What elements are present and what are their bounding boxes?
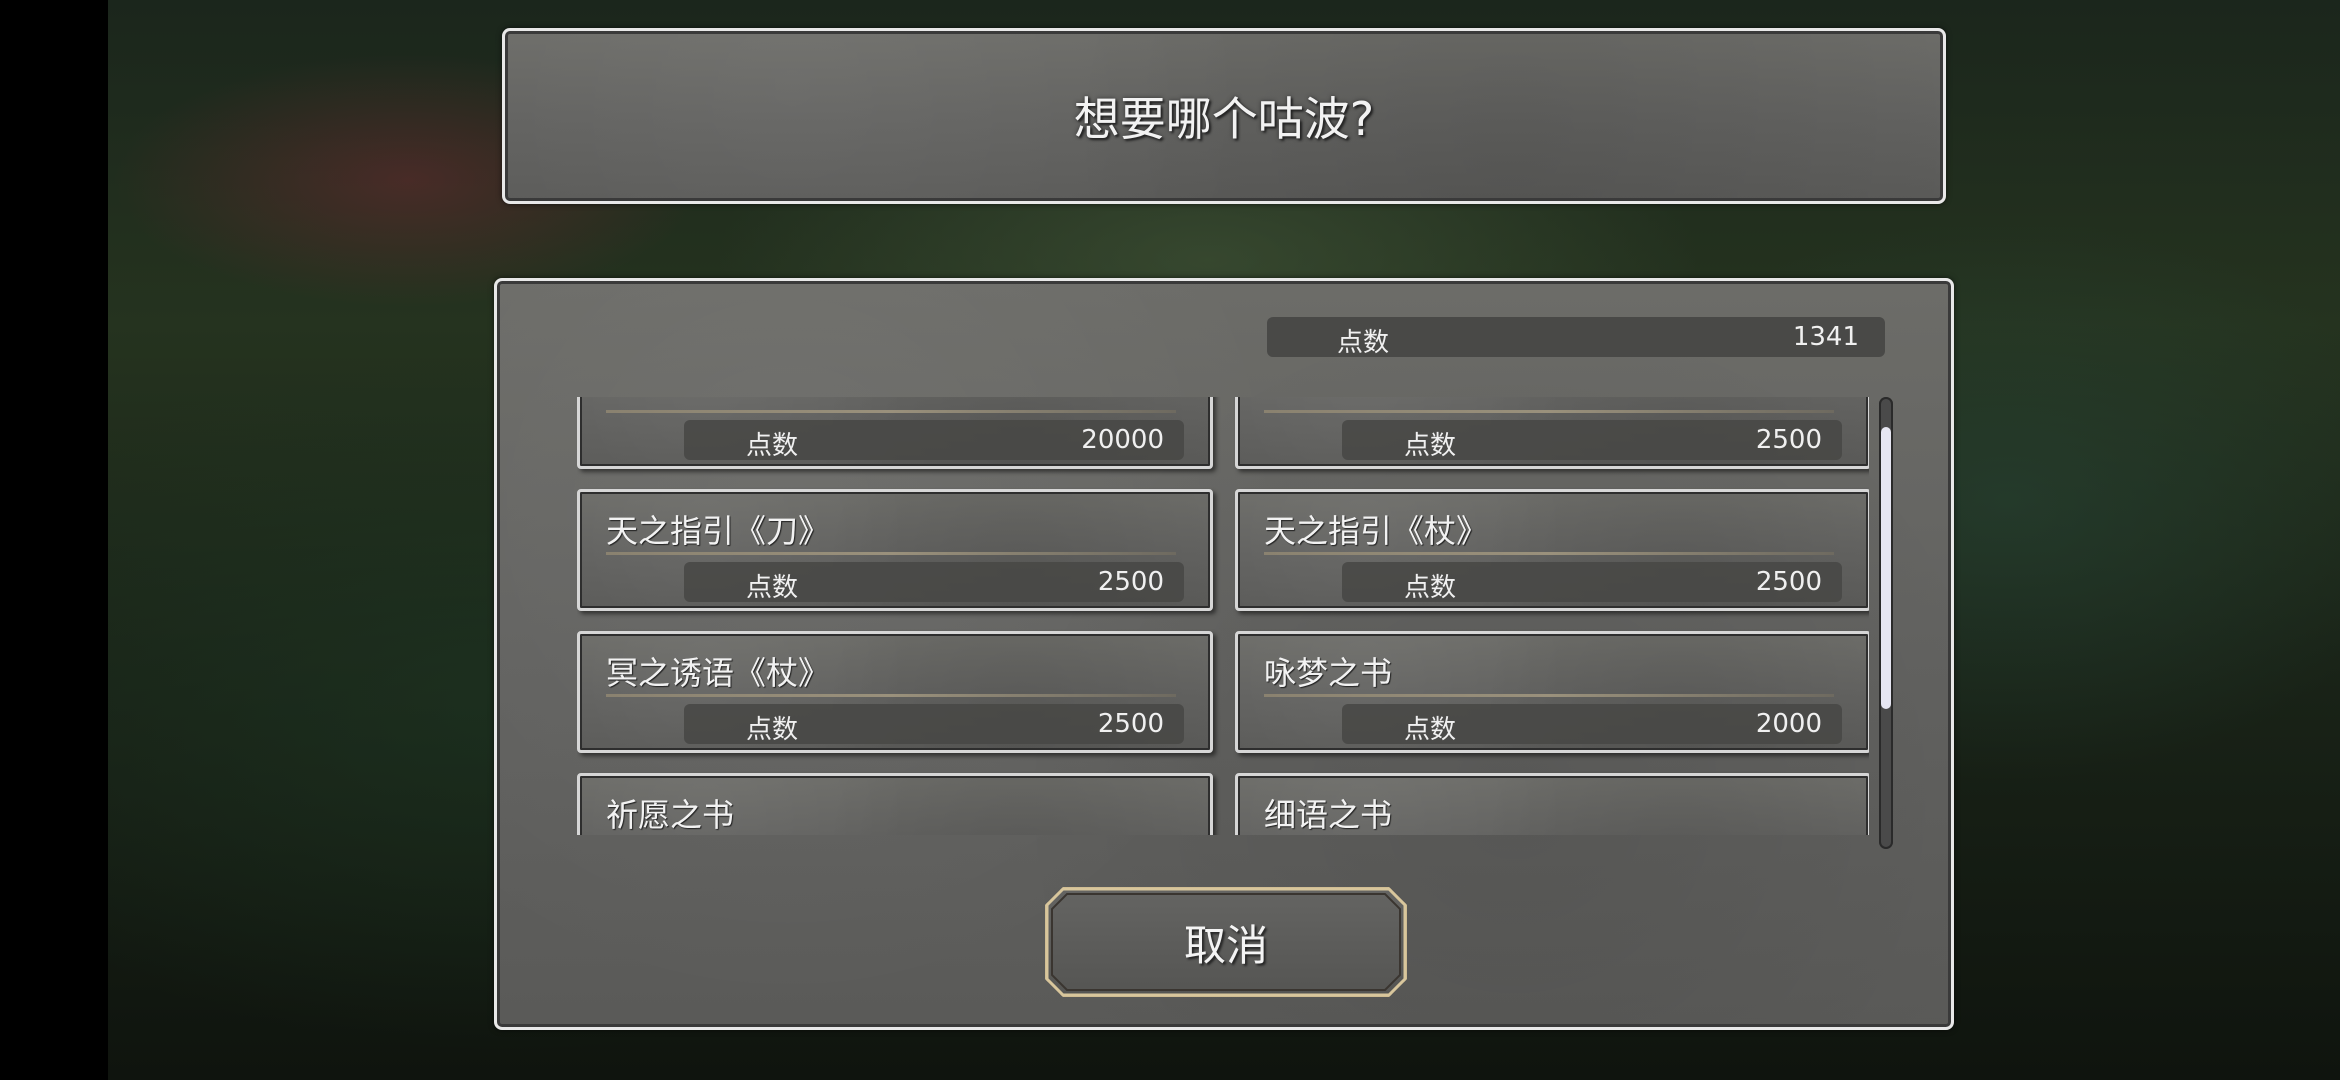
cancel-button-label: 取消 — [1183, 920, 1268, 970]
item-divider — [606, 552, 1176, 555]
item-card[interactable]: 点数 20000 — [577, 397, 1213, 469]
item-divider — [606, 410, 1176, 413]
item-list[interactable]: 点数 20000 点数 2500 天之指引《刀》 点数 2500 天之指引《杖》 — [577, 397, 1869, 835]
item-divider — [1264, 552, 1834, 555]
item-name: 冥之诱语《杖》 — [606, 654, 831, 692]
item-name: 天之指引《杖》 — [1264, 512, 1489, 550]
current-points-display: 点数 1341 — [1267, 317, 1885, 358]
item-cost: 点数 2500 — [684, 704, 1184, 745]
item-card[interactable]: 冥之诱语《杖》 点数 2500 — [577, 631, 1213, 753]
item-cost-label: 点数 — [1404, 573, 1457, 603]
item-divider — [1264, 694, 1834, 697]
item-card[interactable]: 点数 2500 — [1235, 397, 1869, 469]
item-cost-label: 点数 — [1404, 431, 1457, 461]
item-divider — [606, 694, 1176, 697]
item-cost-label: 点数 — [1404, 715, 1457, 745]
item-cost: 点数 20000 — [684, 420, 1184, 461]
item-cost-value: 2000 — [1755, 709, 1822, 739]
item-name: 天之指引《刀》 — [606, 512, 831, 550]
item-name: 细语之书 — [1264, 796, 1393, 834]
item-card[interactable]: 天之指引《刀》 点数 2500 — [577, 489, 1213, 611]
item-cost-label: 点数 — [746, 431, 799, 461]
list-scrollbar[interactable] — [1879, 397, 1893, 849]
item-cost-value: 2500 — [1097, 709, 1164, 739]
scrollbar-thumb[interactable] — [1881, 427, 1891, 709]
item-cost-value: 2500 — [1097, 567, 1164, 597]
cancel-button[interactable]: 取消 — [1045, 887, 1407, 997]
item-cost: 点数 2000 — [1342, 704, 1842, 745]
shop-panel: 点数 1341 点数 20000 点数 2500 天之指引《刀》 点数 2500… — [494, 278, 1954, 1030]
points-value: 1341 — [1792, 322, 1859, 352]
item-card[interactable]: 咏梦之书 点数 2000 — [1235, 631, 1869, 753]
item-cost-value: 20000 — [1081, 425, 1164, 455]
title-box: 想要哪个咕波? — [502, 28, 1946, 204]
points-label: 点数 — [1337, 328, 1390, 358]
item-name: 祈愿之书 — [606, 796, 735, 834]
item-cost: 点数 2500 — [1342, 562, 1842, 603]
item-cost: 点数 2500 — [684, 562, 1184, 603]
item-name: 咏梦之书 — [1264, 654, 1393, 692]
item-cost-value: 2500 — [1755, 567, 1822, 597]
item-divider — [1264, 410, 1834, 413]
item-cost-label: 点数 — [746, 573, 799, 603]
item-cost-value: 2500 — [1755, 425, 1822, 455]
item-cost: 点数 2500 — [1342, 420, 1842, 461]
item-card[interactable]: 天之指引《杖》 点数 2500 — [1235, 489, 1869, 611]
dialog-title: 想要哪个咕波? — [1073, 92, 1375, 146]
item-cost-label: 点数 — [746, 715, 799, 745]
item-card[interactable]: 细语之书 — [1235, 773, 1869, 835]
item-card[interactable]: 祈愿之书 — [577, 773, 1213, 835]
